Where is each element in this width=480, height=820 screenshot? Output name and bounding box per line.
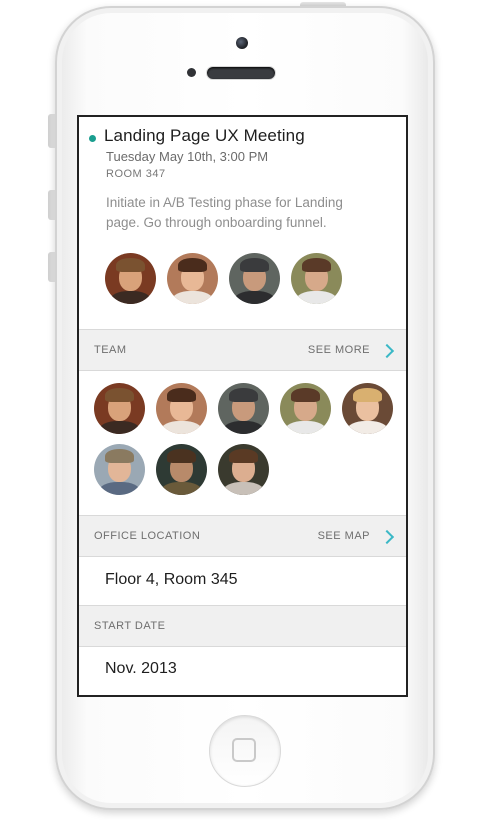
avatar-hair [353, 388, 382, 402]
avatar[interactable] [156, 383, 207, 434]
team-header: TEAM SEE MORE [79, 329, 406, 371]
meeting-description: Initiate in A/B Testing phase for Landin… [106, 195, 343, 230]
avatar-body [99, 421, 140, 434]
avatar-hair [291, 388, 320, 402]
avatar-body [234, 291, 275, 304]
avatar-body [296, 291, 337, 304]
avatar-body [161, 421, 202, 434]
meeting-datetime: Tuesday May 10th, 3:00 PM [106, 149, 269, 164]
status-dot-icon [89, 135, 96, 142]
avatar-body [285, 421, 326, 434]
avatar-hair [240, 258, 269, 272]
avatar-body [172, 291, 213, 304]
start-date-label: START DATE [94, 620, 166, 632]
avatar[interactable] [291, 253, 342, 304]
office-location-header: OFFICE LOCATION SEE MAP [79, 515, 406, 557]
meeting-title: Landing Page UX Meeting [104, 126, 305, 145]
attendee-avatars [105, 253, 342, 304]
avatar[interactable] [167, 253, 218, 304]
avatar-hair [302, 258, 331, 272]
see-more-link[interactable]: SEE MORE [308, 344, 370, 356]
avatar-hair [105, 388, 134, 402]
proximity-sensor [187, 68, 196, 77]
avatar[interactable] [280, 383, 331, 434]
avatar[interactable] [105, 253, 156, 304]
team-label: TEAM [94, 344, 127, 356]
meeting-card[interactable]: Landing Page UX Meeting Tuesday May 10th… [79, 117, 406, 329]
home-button[interactable] [209, 715, 281, 787]
front-camera [236, 37, 248, 49]
earpiece-speaker [206, 66, 276, 80]
start-date-value: Nov. 2013 [105, 660, 177, 677]
avatar-hair [229, 449, 258, 463]
avatar-hair [116, 258, 145, 272]
app-screen: Landing Page UX Meeting Tuesday May 10th… [77, 115, 408, 697]
avatar-hair [105, 449, 134, 463]
avatar[interactable] [229, 253, 280, 304]
office-location-label: OFFICE LOCATION [94, 530, 201, 542]
chevron-right-icon[interactable] [379, 343, 395, 359]
start-date-header: START DATE [79, 605, 406, 647]
avatar-hair [229, 388, 258, 402]
see-map-link[interactable]: SEE MAP [318, 530, 370, 542]
avatar-hair [167, 388, 196, 402]
avatar-body [110, 291, 151, 304]
avatar-hair [178, 258, 207, 272]
team-avatars [94, 383, 404, 495]
office-location-value: Floor 4, Room 345 [105, 571, 238, 588]
meeting-room: ROOM 347 [106, 168, 166, 180]
avatar[interactable] [218, 444, 269, 495]
avatar-body [347, 421, 388, 434]
avatar[interactable] [156, 444, 207, 495]
avatar[interactable] [94, 444, 145, 495]
avatar-body [161, 482, 202, 495]
avatar-body [99, 482, 140, 495]
home-square-icon [232, 738, 256, 762]
avatar[interactable] [342, 383, 393, 434]
avatar-body [223, 421, 264, 434]
avatar[interactable] [218, 383, 269, 434]
avatar[interactable] [94, 383, 145, 434]
avatar-hair [167, 449, 196, 463]
avatar-body [223, 482, 264, 495]
chevron-right-icon[interactable] [379, 529, 395, 545]
